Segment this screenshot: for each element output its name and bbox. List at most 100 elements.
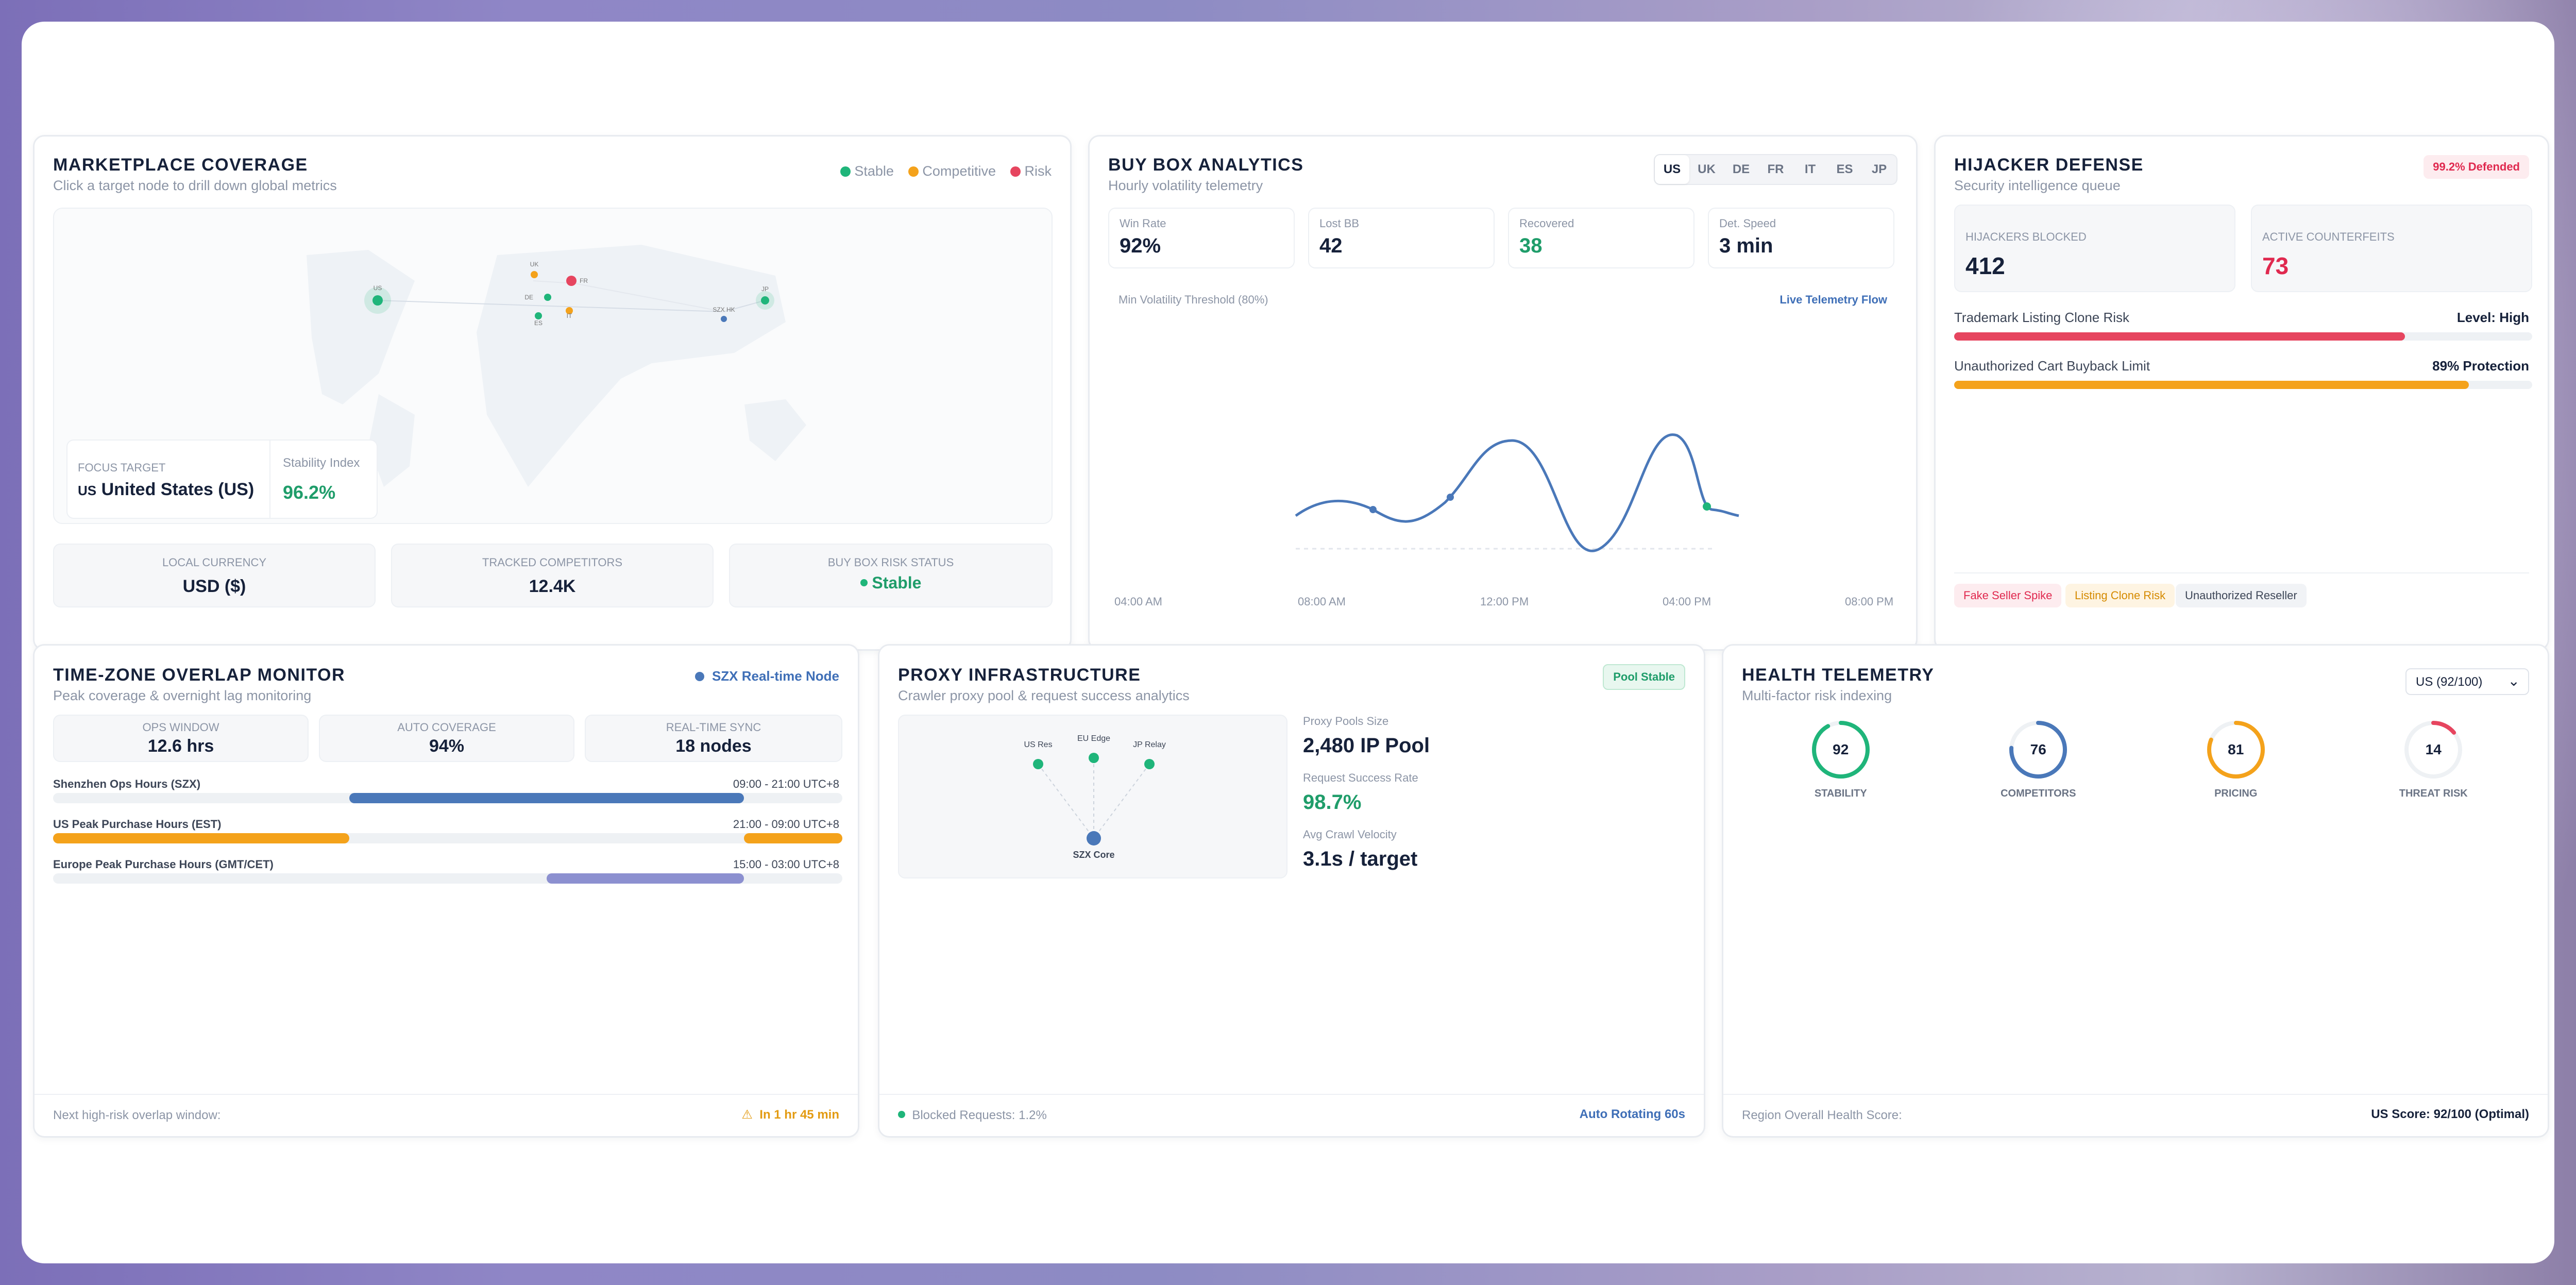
tab-us[interactable]: US [1655, 155, 1689, 184]
gauge-threat-risk: 14 THREAT RISK [2397, 718, 2469, 810]
volatility-chart [1295, 433, 1739, 552]
warning-icon: ⚠ [741, 1108, 753, 1122]
row-label: US Peak Purchase Hours (EST) [53, 818, 222, 831]
cart-buyback-bar [1954, 381, 2532, 389]
defended-badge: 99.2% Defended [2424, 155, 2529, 179]
stat-active-counterfeits: ACTIVE COUNTERFEITS 73 [2251, 205, 2532, 292]
metric-label: Avg Crawl Velocity [1303, 828, 1397, 841]
gauge-label: STABILITY [1814, 788, 1867, 799]
gauge-stability: 92 STABILITY [1805, 718, 1877, 810]
stat-realtime-sync: REAL-TIME SYNC 18 nodes [585, 715, 842, 762]
buybox-analytics-card: BUY BOX ANALYTICS Hourly volatility tele… [1088, 135, 1918, 651]
bar-label: Unauthorized Cart Buyback Limit [1954, 358, 2150, 374]
card-title: HEALTH TELEMETRY [1742, 665, 1935, 685]
tab-it[interactable]: IT [1793, 155, 1827, 184]
map-legend: Stable Competitive Risk [840, 163, 1052, 179]
legend-risk: Risk [1010, 163, 1052, 179]
tab-de[interactable]: DE [1724, 155, 1758, 184]
stat-ops-window: OPS WINDOW 12.6 hrs [53, 715, 309, 762]
card-subtitle: Hourly volatility telemetry [1108, 178, 1263, 193]
proxy-infrastructure-card: PROXY INFRASTRUCTURE Crawler proxy pool … [878, 644, 1705, 1138]
card-title: HIJACKER DEFENSE [1954, 155, 2144, 175]
proxy-pool-size: 2,480 IP Pool [1303, 734, 1430, 757]
card-subtitle: Security intelligence queue [1954, 178, 2121, 193]
overlap-footer-value: ⚠ In 1 hr 45 min [741, 1108, 839, 1122]
tag-fake-seller[interactable]: Fake Seller Spike [1954, 584, 2062, 607]
svg-text:IT: IT [567, 312, 572, 319]
card-subtitle: Peak coverage & overnight lag monitoring [53, 688, 312, 703]
gauge-value: 81 [2228, 741, 2244, 757]
card-title: MARKETPLACE COVERAGE [53, 155, 308, 175]
proxy-topology: US Res EU Edge JP Relay SZX Core [898, 715, 1287, 878]
tab-fr[interactable]: FR [1758, 155, 1793, 184]
stat-tracked-competitors: TRACKED COMPETITORS 12.4K [391, 544, 714, 607]
svg-text:ES: ES [534, 319, 543, 327]
szx-ops-bar [53, 793, 842, 803]
country-tabs: US UK DE FR IT ES JP [1654, 154, 1897, 185]
focus-target-panel: FOCUS TARGET US United States (US) Stabi… [66, 439, 378, 519]
metric-det-speed: Det. Speed 3 min [1708, 208, 1894, 268]
gauge-competitors: 76 COMPETITORS [2001, 718, 2076, 810]
svg-text:SZX HK: SZX HK [713, 306, 735, 313]
svg-text:US: US [374, 284, 382, 292]
us-peak-bar [53, 833, 842, 843]
tab-uk[interactable]: UK [1689, 155, 1724, 184]
svg-text:JP: JP [761, 285, 769, 293]
trademark-clone-risk-bar [1954, 332, 2532, 341]
health-footer-value: US Score: 92/100 (Optimal) [2371, 1107, 2529, 1121]
legend-stable: Stable [840, 163, 894, 179]
row-range: 15:00 - 03:00 UTC+8 [733, 858, 839, 871]
row-label: Europe Peak Purchase Hours (GMT/CET) [53, 858, 274, 871]
metric-win-rate: Win Rate 92% [1108, 208, 1295, 268]
avg-crawl-velocity: 3.1s / target [1303, 848, 1418, 870]
gauge-row: 92 STABILITY 76 COMPETITORS 81 PRICING 14 THREA… [1742, 718, 2529, 810]
auto-rotating: Auto Rotating 60s [1579, 1107, 1685, 1121]
timezone-monitor-card: TIME-ZONE OVERLAP MONITOR Peak coverage … [33, 644, 859, 1138]
bar-level: 89% Protection [2432, 358, 2529, 374]
world-map[interactable]: US UK DE FR IT ES SZX HK JP FOCUS TARGET… [53, 208, 1053, 524]
card-title: BUY BOX ANALYTICS [1108, 155, 1304, 175]
stat-hijackers-blocked: HIJACKERS BLOCKED 412 [1954, 205, 2235, 292]
card-subtitle: Click a target node to drill down global… [53, 178, 337, 193]
gauge-label: THREAT RISK [2399, 788, 2468, 799]
europe-peak-bar [53, 873, 842, 884]
row-label: Shenzhen Ops Hours (SZX) [53, 777, 201, 790]
hijacker-defense-card: HIJACKER DEFENSE Security intelligence q… [1934, 135, 2549, 651]
stability-index-label: Stability Index [283, 456, 360, 470]
stat-buybox-risk: BUY BOX RISK STATUS Stable [729, 544, 1053, 607]
node-us [372, 295, 383, 306]
health-footer-label: Region Overall Health Score: [1742, 1108, 1902, 1122]
card-title: TIME-ZONE OVERLAP MONITOR [53, 665, 346, 685]
card-title: PROXY INFRASTRUCTURE [898, 665, 1141, 685]
gauge-value: 92 [1833, 741, 1849, 757]
tag-unauthorized-reseller[interactable]: Unauthorized Reseller [2176, 584, 2307, 607]
gauge-label: PRICING [2214, 788, 2258, 799]
row-range: 21:00 - 09:00 UTC+8 [733, 818, 839, 831]
tab-es[interactable]: ES [1827, 155, 1862, 184]
tab-jp[interactable]: JP [1862, 155, 1896, 184]
stat-local-currency: LOCAL CURRENCY USD ($) [53, 544, 376, 607]
metric-lost-bb: Lost BB 42 [1308, 208, 1495, 268]
focus-target-value: US United States (US) [78, 480, 255, 499]
svg-text:UK: UK [530, 261, 539, 268]
svg-text:FR: FR [580, 277, 588, 284]
metric-label: Proxy Pools Size [1303, 715, 1389, 728]
dashboard-canvas: MARKETPLACE COVERAGE Click a target node… [22, 22, 2554, 1263]
gauge-value: 76 [2030, 741, 2046, 757]
row-range: 09:00 - 21:00 UTC+8 [733, 777, 839, 790]
region-select[interactable]: US (92/100) ⌄ [2405, 668, 2529, 695]
marketplace-coverage-card: MARKETPLACE COVERAGE Click a target node… [33, 135, 1072, 651]
stat-auto-coverage: AUTO COVERAGE 94% [319, 715, 574, 762]
chevron-down-icon: ⌄ [2507, 673, 2520, 689]
tag-listing-clone[interactable]: Listing Clone Risk [2065, 584, 2175, 607]
request-success-rate: 98.7% [1303, 791, 1362, 814]
threshold-label: Min Volatility Threshold (80%) [1118, 293, 1268, 306]
bar-label: Trademark Listing Clone Risk [1954, 310, 2130, 325]
metric-recovered: Recovered 38 [1508, 208, 1694, 268]
card-subtitle: Multi-factor risk indexing [1742, 688, 1892, 703]
buybox-risk-value: Stable [872, 573, 922, 592]
bar-level: Level: High [2456, 310, 2529, 325]
live-telemetry-flow[interactable]: Live Telemetry Flow [1780, 293, 1887, 307]
svg-text:DE: DE [524, 294, 533, 301]
focus-target-label: FOCUS TARGET [78, 461, 166, 474]
